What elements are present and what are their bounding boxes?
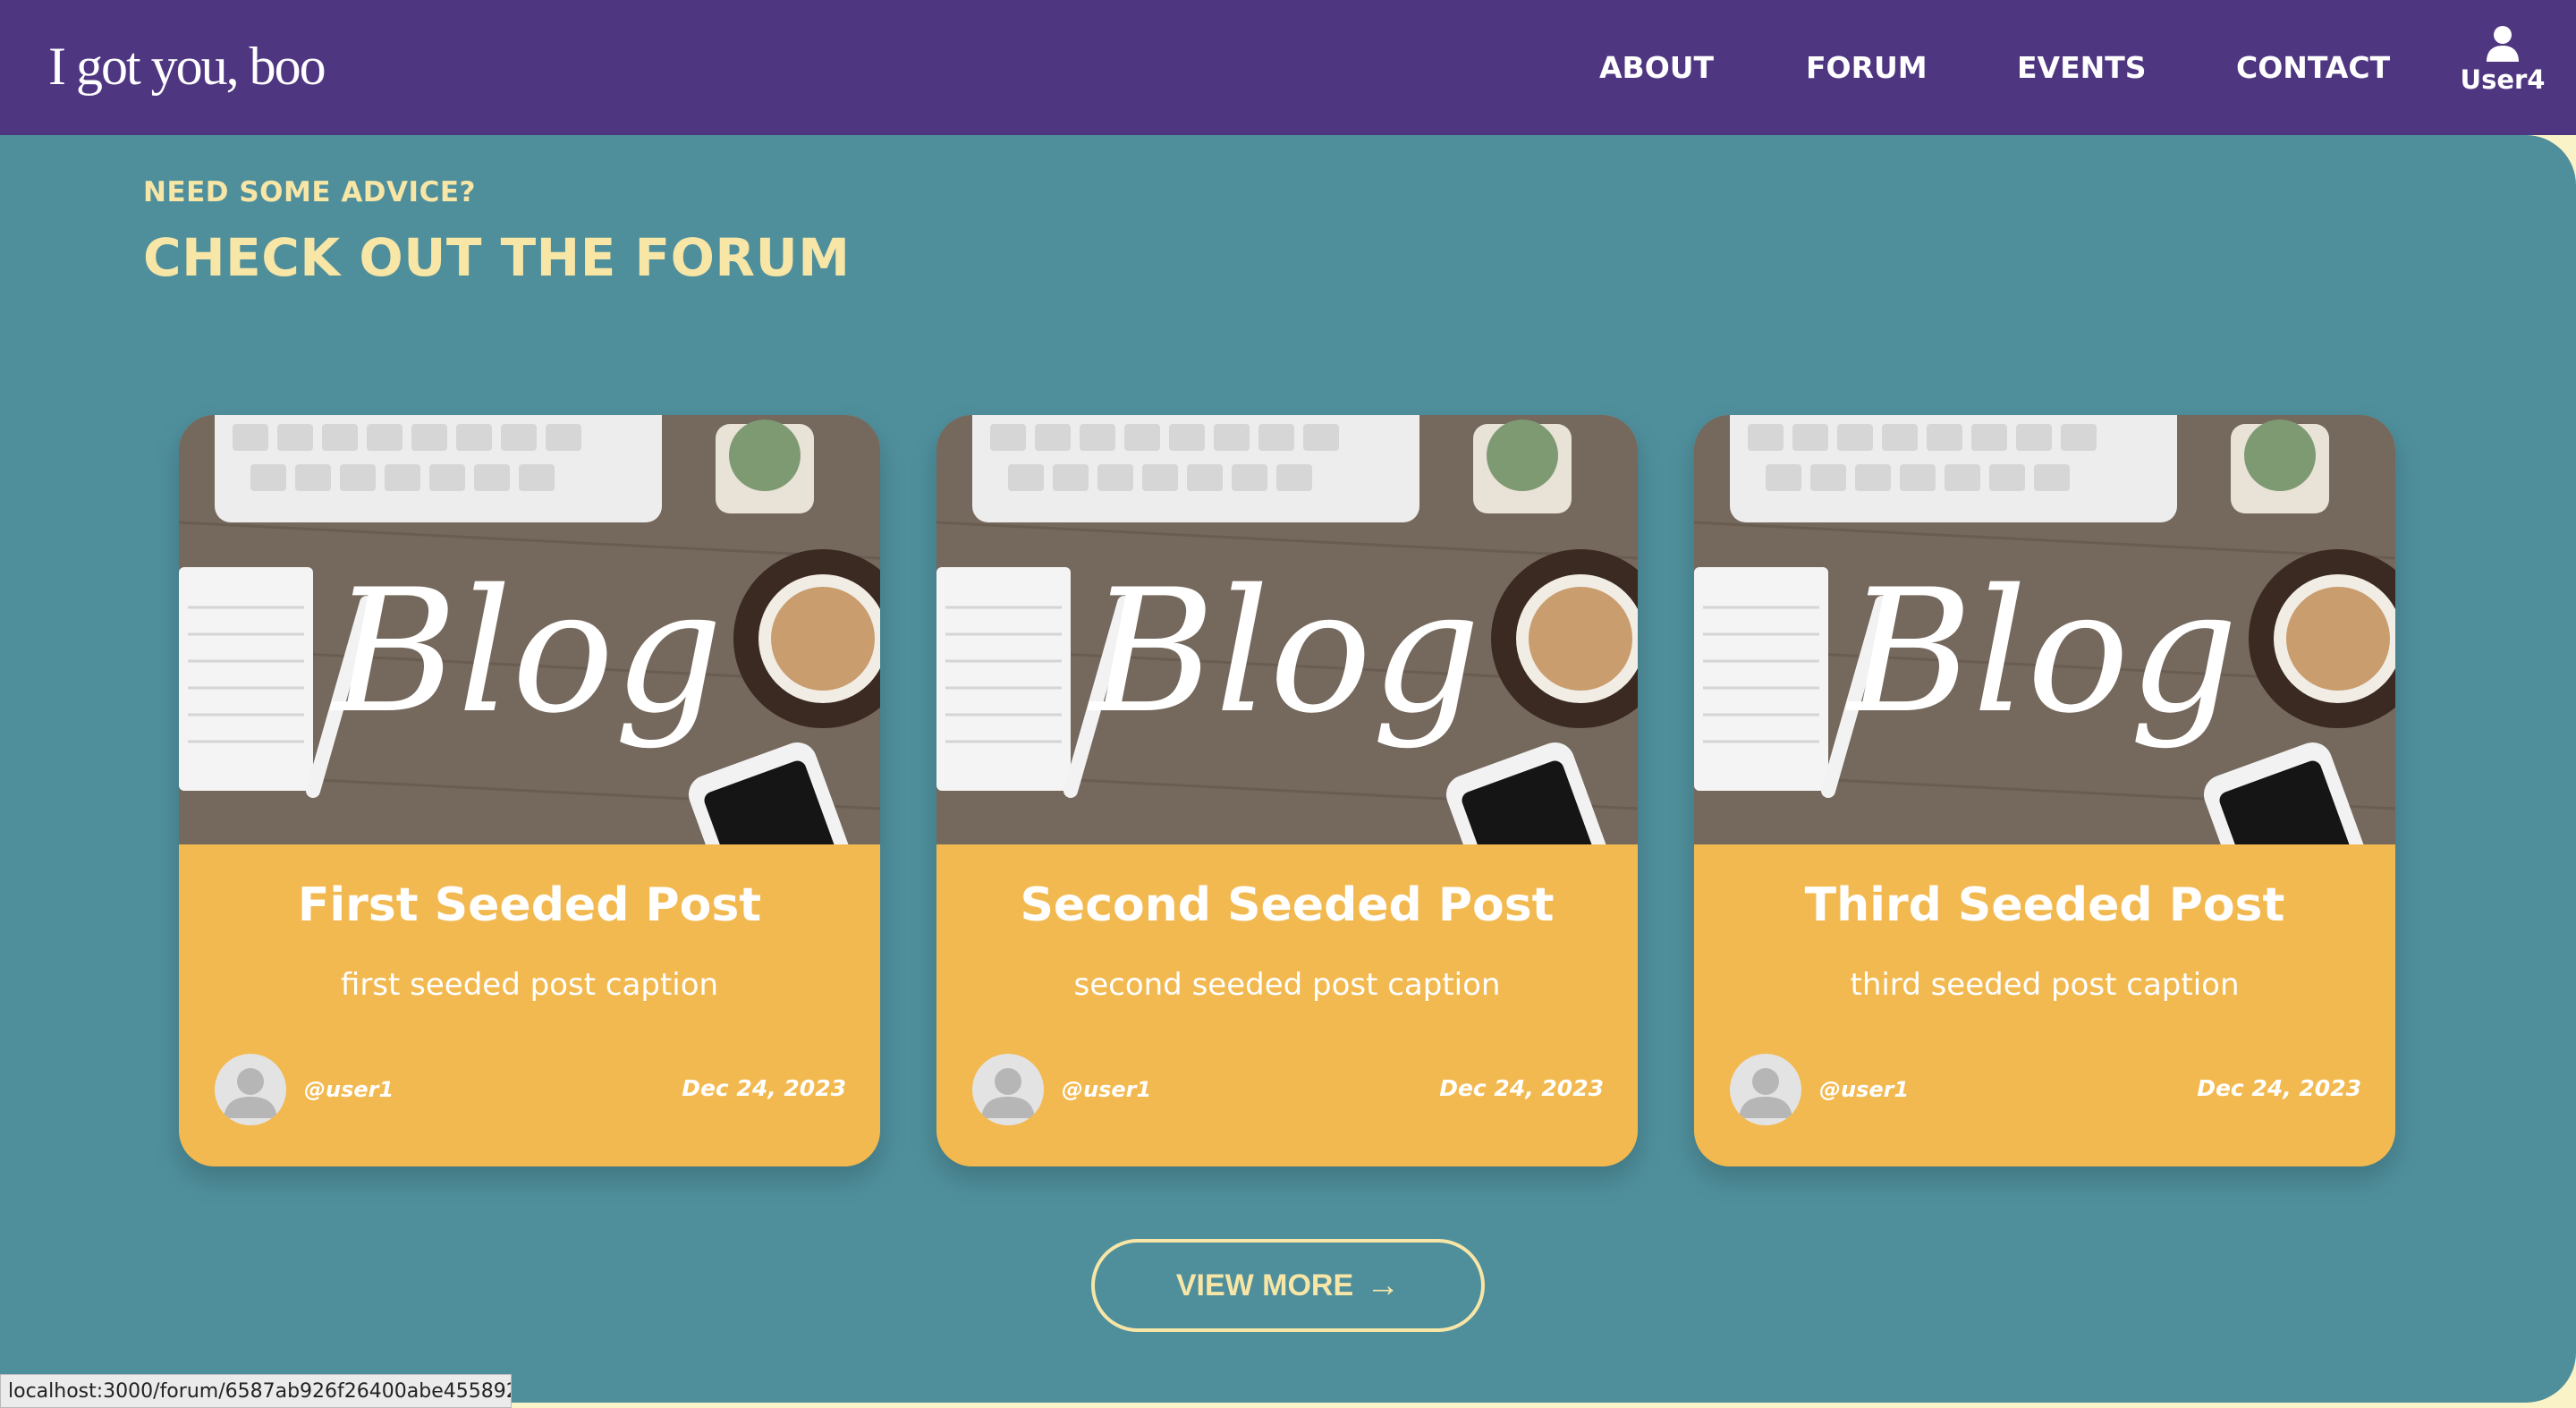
forum-section: NEED SOME ADVICE? CHECK OUT THE FORUM Bl…	[0, 135, 2576, 1403]
blog-lettering: Blog	[1088, 553, 1480, 751]
site-logo[interactable]: I got you, boo	[48, 30, 326, 102]
avatar-icon	[215, 1054, 286, 1125]
arrow-right-icon: →	[1366, 1267, 1401, 1304]
nav-link-about[interactable]: ABOUT	[1599, 47, 1714, 89]
post-author[interactable]: @user1	[1819, 1077, 1909, 1102]
avatar-icon	[972, 1054, 1044, 1125]
post-card-body: First Seeded Post first seeded post capt…	[179, 844, 880, 1166]
view-more-button[interactable]: VIEW MORE →	[1091, 1239, 1485, 1332]
post-card[interactable]: Blog First Seeded Post first seeded post…	[179, 415, 880, 1166]
post-title: Second Seeded Post	[1020, 878, 1555, 932]
post-date: Dec 24, 2023	[2197, 1075, 2361, 1101]
post-title: Third Seeded Post	[1804, 878, 2285, 932]
post-card[interactable]: Blog Third Seeded Post third seeded post…	[1694, 415, 2395, 1166]
top-navbar: I got you, boo ABOUT FORUM EVENTS CONTAC…	[0, 0, 2576, 135]
nav-link-events[interactable]: EVENTS	[2017, 47, 2147, 89]
post-date: Dec 24, 2023	[1439, 1075, 1604, 1101]
view-more-label: VIEW MORE	[1175, 1268, 1354, 1302]
post-caption: first seeded post caption	[340, 967, 719, 1003]
post-author[interactable]: @user1	[304, 1077, 394, 1102]
post-author[interactable]: @user1	[1062, 1077, 1151, 1102]
section-eyebrow: NEED SOME ADVICE?	[143, 176, 476, 208]
post-date: Dec 24, 2023	[682, 1075, 846, 1101]
nav-link-contact[interactable]: CONTACT	[2236, 47, 2390, 89]
section-title: CHECK OUT THE FORUM	[143, 227, 851, 288]
post-card-body: Second Seeded Post second seeded post ca…	[936, 844, 1638, 1166]
post-caption: third seeded post caption	[1850, 967, 2240, 1003]
avatar-icon	[1730, 1054, 1801, 1125]
nav-link-forum[interactable]: FORUM	[1806, 47, 1928, 89]
user-name: User4	[2460, 64, 2546, 95]
post-image: Blog	[1694, 415, 2395, 844]
post-caption: second seeded post caption	[1073, 967, 1501, 1003]
post-image: Blog	[179, 415, 880, 844]
user-menu[interactable]: User4	[2449, 25, 2556, 95]
post-title: First Seeded Post	[297, 878, 762, 932]
post-card-body: Third Seeded Post third seeded post capt…	[1694, 844, 2395, 1166]
blog-lettering: Blog	[1845, 553, 2238, 751]
browser-status-bar: localhost:3000/forum/6587ab926f26400abe4…	[0, 1374, 512, 1408]
post-card[interactable]: Blog Second Seeded Post second seeded po…	[936, 415, 1638, 1166]
blog-lettering: Blog	[330, 553, 723, 751]
post-image: Blog	[936, 415, 1638, 844]
user-icon	[2487, 26, 2519, 62]
